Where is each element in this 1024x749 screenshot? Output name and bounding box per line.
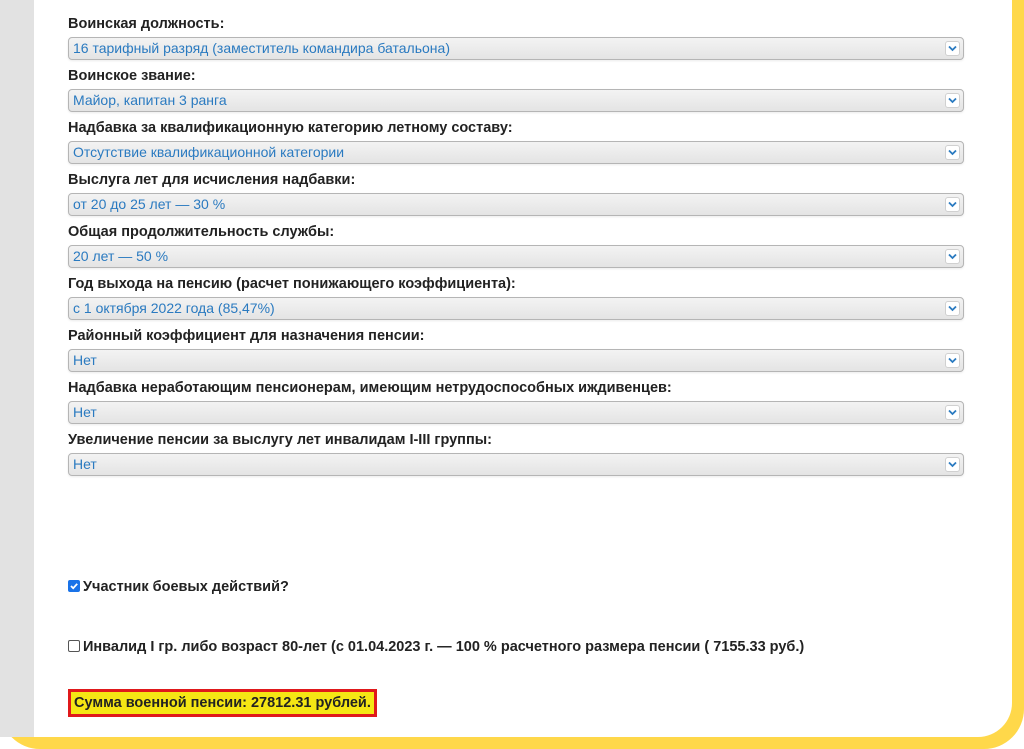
disability-80-checkbox[interactable] (68, 640, 80, 652)
disability-increase-select[interactable]: Нет (68, 453, 964, 476)
field-label: Год выхода на пенсию (расчет понижающего… (68, 276, 516, 292)
select-value: 20 лет — 50 % (73, 248, 169, 264)
field-qualification-bonus: Надбавка за квалификационную категорию л… (68, 118, 968, 164)
field-disability-increase: Увеличение пенсии за выслугу лет инвалид… (68, 430, 968, 476)
field-label: Воинская должность: (68, 16, 225, 32)
chevron-down-icon (945, 197, 960, 212)
field-retirement-year: Год выхода на пенсию (расчет понижающего… (68, 274, 968, 320)
field-total-service: Общая продолжительность службы: 20 лет —… (68, 222, 968, 268)
select-value: с 1 октября 2022 года (85,47%) (73, 300, 275, 316)
field-regional-coefficient: Районный коэффициент для назначения пенс… (68, 326, 968, 372)
total-service-select[interactable]: 20 лет — 50 % (68, 245, 964, 268)
select-value: от 20 до 25 лет — 30 % (73, 196, 226, 212)
service-years-bonus-select[interactable]: от 20 до 25 лет — 30 % (68, 193, 964, 216)
select-value: Нет (73, 404, 97, 420)
qualification-bonus-select[interactable]: Отсутствие квалификационной категории (68, 141, 964, 164)
select-value: Отсутствие квалификационной категории (73, 144, 345, 160)
calculator-frame: Воинская должность: 16 тарифный разряд (… (0, 0, 1024, 749)
chevron-down-icon (945, 249, 960, 264)
retirement-year-select[interactable]: с 1 октября 2022 года (85,47%) (68, 297, 964, 320)
combat-veteran-label: Участник боевых действий? (83, 579, 289, 595)
chevron-down-icon (945, 457, 960, 472)
chevron-down-icon (945, 353, 960, 368)
pension-result: Сумма военной пенсии: 27812.31 рублей. (68, 689, 377, 717)
disability-80-row[interactable]: Инвалид I гр. либо возраст 80-лет (с 01.… (68, 638, 804, 656)
form-fields: Воинская должность: 16 тарифный разряд (… (68, 14, 968, 476)
field-service-years-bonus: Выслуга лет для исчисления надбавки: от … (68, 170, 968, 216)
field-label: Надбавка за квалификационную категорию л… (68, 120, 513, 136)
field-military-rank: Воинское звание: Майор, капитан 3 ранга (68, 66, 968, 112)
field-dependents-bonus: Надбавка неработающим пенсионерам, имеющ… (68, 378, 968, 424)
chevron-down-icon (945, 301, 960, 316)
field-label: Районный коэффициент для назначения пенс… (68, 328, 425, 344)
field-label: Увеличение пенсии за выслугу лет инвалид… (68, 432, 492, 448)
chevron-down-icon (945, 93, 960, 108)
field-military-position: Воинская должность: 16 тарифный разряд (… (68, 14, 968, 60)
chevron-down-icon (945, 41, 960, 56)
field-label: Выслуга лет для исчисления надбавки: (68, 172, 356, 188)
field-label: Воинское звание: (68, 68, 196, 84)
field-label: Общая продолжительность службы: (68, 224, 335, 240)
select-value: Майор, капитан 3 ранга (73, 92, 227, 108)
chevron-down-icon (945, 405, 960, 420)
combat-veteran-checkbox[interactable] (68, 580, 80, 592)
field-label: Надбавка неработающим пенсионерам, имеющ… (68, 380, 672, 396)
select-value: Нет (73, 352, 97, 368)
pension-result-text: Сумма военной пенсии: 27812.31 рублей. (74, 695, 371, 711)
regional-coefficient-select[interactable]: Нет (68, 349, 964, 372)
combat-veteran-row[interactable]: Участник боевых действий? (68, 578, 289, 596)
select-value: 16 тарифный разряд (заместитель командир… (73, 40, 450, 56)
select-value: Нет (73, 456, 97, 472)
chevron-down-icon (945, 145, 960, 160)
dependents-bonus-select[interactable]: Нет (68, 401, 964, 424)
military-rank-select[interactable]: Майор, капитан 3 ранга (68, 89, 964, 112)
disability-80-label: Инвалид I гр. либо возраст 80-лет (с 01.… (83, 639, 805, 655)
military-position-select[interactable]: 16 тарифный разряд (заместитель командир… (68, 37, 964, 60)
calculator-panel: Воинская должность: 16 тарифный разряд (… (0, 0, 1012, 737)
left-gray-strip (0, 0, 34, 737)
